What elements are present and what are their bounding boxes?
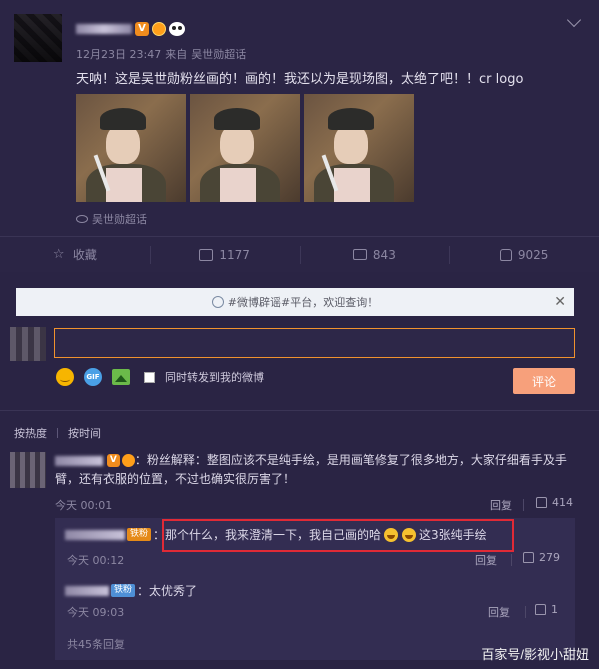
supertopic-label: 吴世勋超话 (92, 213, 147, 226)
supertopic-icon (76, 215, 88, 223)
tab-sort-hot[interactable]: 按热度 (14, 425, 47, 441)
commenter-avatar[interactable] (10, 452, 46, 488)
comment-input[interactable] (54, 328, 575, 358)
reply-author-name[interactable] (65, 529, 125, 540)
star-icon: ☆ (52, 246, 65, 262)
gif-icon[interactable]: GIF (84, 368, 102, 386)
post-photo-1[interactable] (76, 94, 186, 202)
composer-tools: GIF 同时转发到我的微博 (56, 368, 264, 386)
info-icon (211, 296, 224, 308)
medal-icon (121, 454, 135, 467)
photo-cap (100, 108, 146, 130)
reply-like-button[interactable]: 279 (523, 551, 560, 564)
repost-count: 1177 (219, 247, 250, 262)
like-count: 9025 (517, 247, 549, 262)
emoji-icon[interactable] (56, 368, 74, 386)
panda-icon (169, 22, 185, 36)
verified-v-icon: V (106, 454, 120, 467)
vertical-separator (511, 554, 512, 566)
photo-face (220, 124, 254, 164)
post-text: 天呐！这是吴世勋粉丝画的！画的！我还以为是现场图，太绝了吧！！cr logo (76, 72, 524, 87)
photo-shirt (334, 168, 370, 202)
thumbs-up-icon (536, 497, 547, 508)
image-icon[interactable] (112, 369, 130, 385)
photo-face (106, 124, 140, 164)
author-avatar[interactable] (14, 14, 62, 62)
highlight-annotation-box (162, 519, 514, 552)
post-action-bar: ☆ 收藏 1177 843 9025 (0, 236, 599, 272)
repost-checkbox-label[interactable]: 同时转发到我的微博 (165, 369, 264, 385)
comment-reply-button[interactable]: 回复 (490, 497, 512, 513)
reply-reply-button[interactable]: 回复 (475, 552, 497, 568)
weibo-post: V 12月23日 23:47 来自 吴世勋超话 天呐！这是吴世勋粉丝画的！画的！… (0, 0, 599, 236)
repost-button[interactable]: 1177 (149, 237, 300, 272)
submit-comment-button[interactable]: 评论 (513, 368, 575, 394)
comment-time: 今天 00:01 (55, 499, 113, 512)
favorite-button[interactable]: ☆ 收藏 (0, 237, 150, 272)
repost-icon (199, 248, 214, 261)
reply-time: 今天 00:12 (67, 554, 125, 567)
author-name[interactable]: V (76, 22, 185, 36)
rumor-notice-banner[interactable]: #微博辟谣#平台，欢迎查询！ ✕ (16, 288, 574, 316)
photo-shirt (106, 168, 142, 202)
reply-author-name[interactable] (65, 585, 109, 596)
reply-like-count: 279 (539, 551, 560, 564)
notice-text: #微博辟谣#平台，欢迎查询！ (227, 296, 379, 309)
reply-time: 今天 09:03 (67, 606, 125, 619)
post-meta: 12月23日 23:47 来自 吴世勋超话 (76, 46, 246, 62)
photo-cap (328, 108, 374, 130)
post-photo-2[interactable] (190, 94, 300, 202)
comment-button[interactable]: 843 (299, 237, 450, 272)
comment-body: V ：粉丝解释：整图应该不是纯手绘，是用画笔修复了很多地方，大家仔细看手及手臂，… (55, 451, 583, 489)
commenter-badges: V (106, 454, 135, 467)
comment-like-count: 414 (552, 496, 573, 509)
tab-sort-time[interactable]: 按时间 (68, 425, 101, 441)
post-time[interactable]: 12月23日 23:47 (76, 46, 161, 62)
repost-checkbox[interactable] (144, 371, 155, 383)
comment-like-button[interactable]: 414 (536, 496, 573, 509)
photo-face (334, 124, 368, 164)
comment-composer: #微博辟谣#平台，欢迎查询！ ✕ GIF 同时转发到我的微博 评论 (0, 272, 599, 412)
comment-sort-tabs: 按热度 按时间 (14, 425, 101, 441)
thumbs-up-icon (523, 552, 534, 563)
fan-badge: 铁粉 (111, 584, 136, 597)
verified-v-icon: V (135, 22, 149, 36)
medal-icon (152, 22, 166, 36)
vertical-separator (525, 606, 526, 618)
photo-shirt (220, 168, 256, 202)
tab-separator (57, 428, 58, 438)
supertopic-link[interactable]: 吴世勋超话 (76, 211, 147, 227)
fan-badge: 铁粉 (127, 528, 152, 541)
favorite-label: 收藏 (72, 248, 97, 262)
author-name-blurred (76, 24, 132, 34)
current-user-avatar (10, 327, 46, 361)
chevron-down-icon[interactable] (566, 12, 582, 28)
post-source-link[interactable]: 吴世勋超话 (191, 46, 246, 62)
close-icon[interactable]: ✕ (554, 294, 566, 310)
commenter-name[interactable] (55, 455, 103, 466)
view-all-replies-link[interactable]: 共45条回复 (67, 636, 125, 652)
comment-count: 843 (372, 247, 396, 262)
photo-cap (214, 108, 260, 130)
divider (0, 410, 599, 411)
like-button[interactable]: 9025 (449, 237, 599, 272)
watermark-text: 百家号/影视小甜妞 (481, 647, 589, 662)
reply-like-count: 1 (551, 603, 558, 616)
reply-reply-button[interactable]: 回复 (488, 604, 510, 620)
thumbs-up-icon (535, 604, 546, 615)
post-photo-3[interactable] (304, 94, 414, 202)
reply-2: 铁粉 ：太优秀了 (65, 582, 197, 599)
thumbs-up-icon (499, 248, 512, 261)
reply-like-button[interactable]: 1 (535, 603, 558, 616)
post-from-label: 来自 (165, 48, 188, 61)
reply-text: ：太优秀了 (137, 584, 198, 598)
comment-icon (352, 249, 367, 260)
vertical-separator (523, 499, 524, 511)
